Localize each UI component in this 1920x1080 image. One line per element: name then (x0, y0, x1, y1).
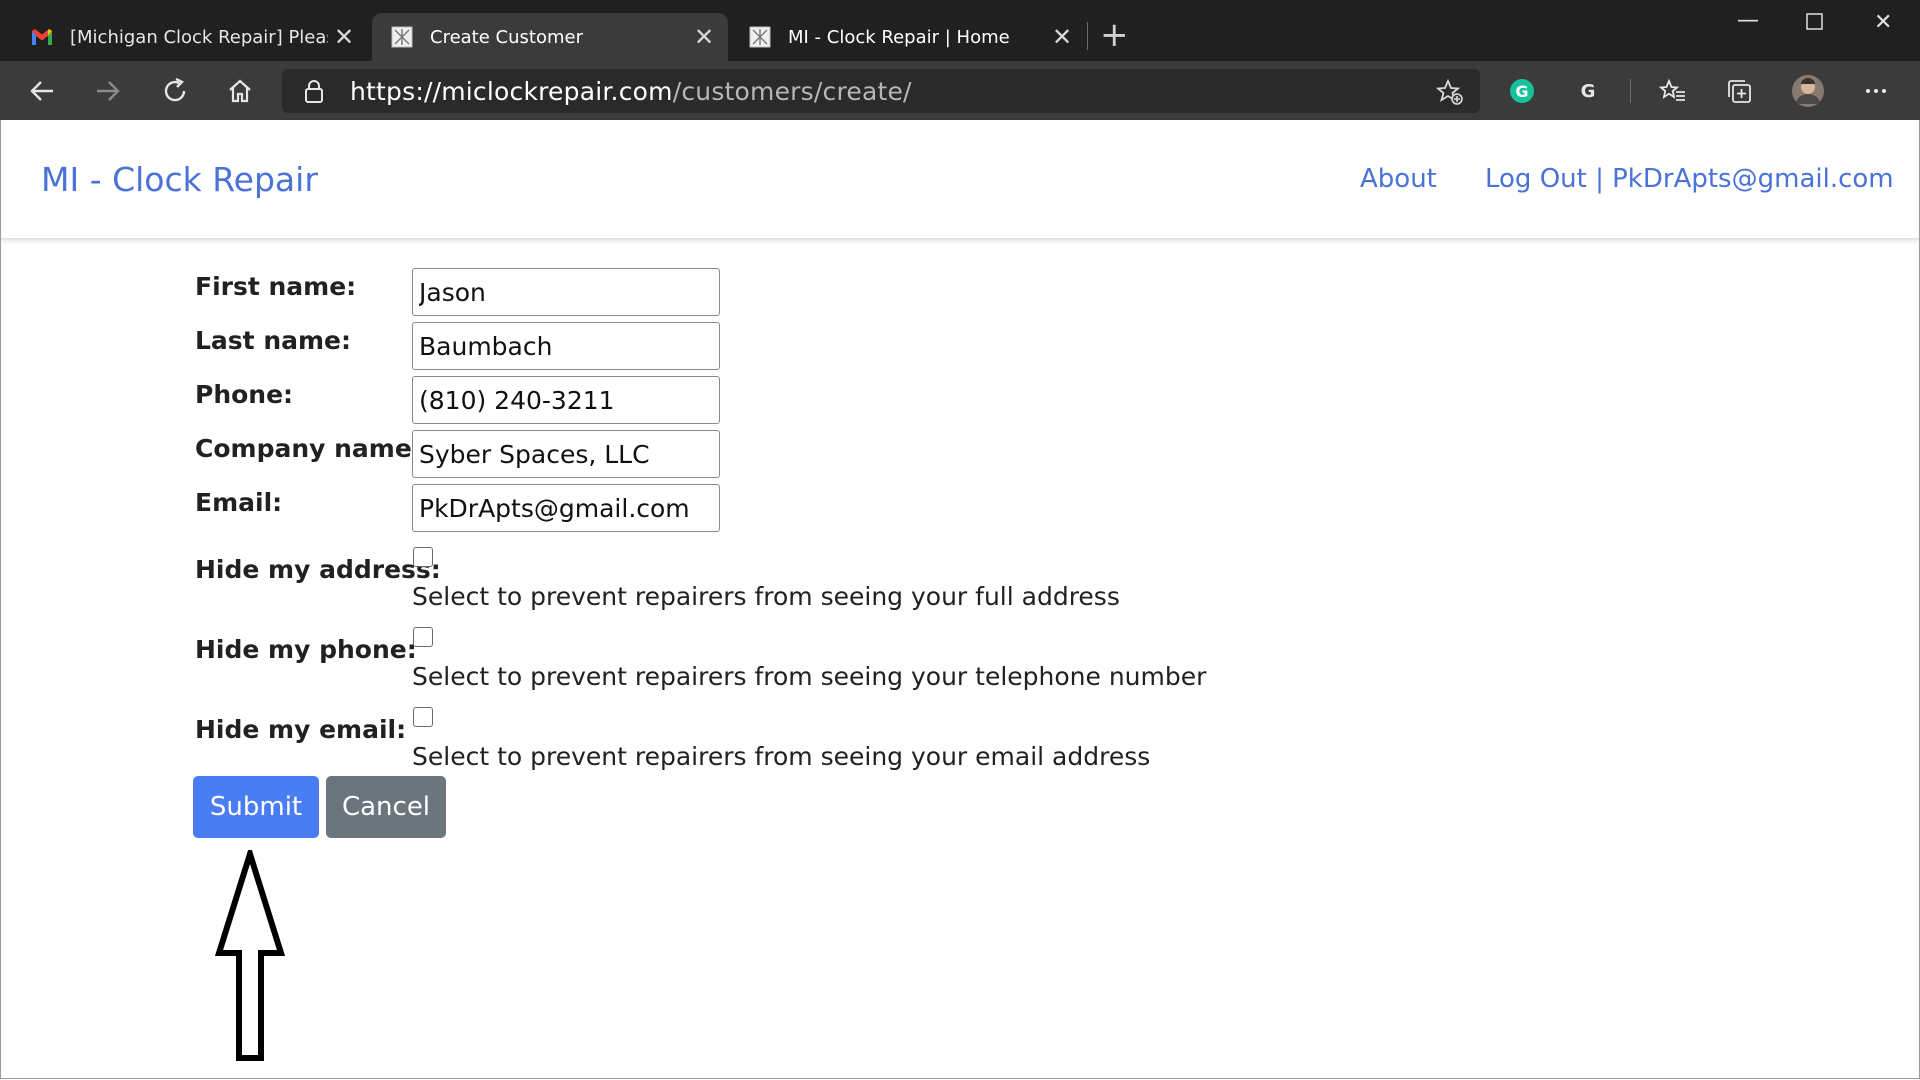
phone-label: Phone: (195, 380, 294, 409)
close-tab-icon[interactable]: ✕ (1046, 23, 1078, 51)
collections-icon[interactable] (1721, 73, 1757, 109)
company-name-label: Company name: (195, 434, 422, 463)
site-icon (390, 25, 414, 49)
back-icon[interactable] (24, 73, 60, 109)
logout-link[interactable]: Log Out | PkDrApts@gmail.com (1485, 164, 1894, 194)
email-field[interactable] (412, 484, 720, 532)
close-tab-icon[interactable]: ✕ (688, 23, 720, 51)
tab-title: Create Customer (430, 26, 583, 48)
browser-toolbar: https://miclockrepair.com/customers/crea… (0, 61, 1920, 120)
close-tab-icon[interactable]: ✕ (328, 23, 360, 51)
minimize-icon[interactable]: — (1737, 8, 1759, 33)
company-name-field[interactable] (412, 430, 720, 478)
tab-home[interactable]: MI - Clock Repair | Home ✕ (730, 13, 1086, 61)
svg-text:G: G (1515, 82, 1528, 101)
last-name-field[interactable] (412, 322, 720, 370)
hide-email-checkbox[interactable] (413, 707, 433, 727)
phone-field[interactable] (412, 376, 720, 424)
hide-address-checkbox[interactable] (413, 547, 433, 567)
first-name-field[interactable] (412, 268, 720, 316)
url-host: https://miclockrepair.com (350, 77, 673, 106)
url-text: https://miclockrepair.com/customers/crea… (350, 77, 912, 106)
tab-separator (1087, 22, 1088, 50)
toolbar-separator (1630, 79, 1631, 103)
about-link[interactable]: About (1360, 164, 1437, 194)
hide-address-help: Select to prevent repairers from seeing … (412, 582, 1120, 611)
new-tab-button[interactable]: + (1100, 18, 1129, 52)
tab-gmail[interactable]: [Michigan Clock Repair] Please C ✕ (12, 13, 368, 61)
url-path: /customers/create/ (672, 77, 912, 106)
hide-phone-help: Select to prevent repairers from seeing … (412, 662, 1207, 691)
address-bar[interactable]: https://miclockrepair.com/customers/crea… (282, 69, 1480, 113)
forward-icon[interactable] (90, 73, 126, 109)
maximize-icon[interactable] (1806, 12, 1824, 37)
tab-title: [Michigan Clock Repair] Please C (70, 26, 328, 48)
home-icon[interactable] (222, 73, 258, 109)
site-icon (748, 25, 772, 49)
hide-address-label: Hide my address: (195, 555, 441, 584)
site-navbar: MI - Clock Repair About Log Out | PkDrAp… (0, 120, 1920, 239)
tab-strip: [Michigan Clock Repair] Please C ✕ Creat… (0, 0, 1920, 61)
email-label: Email: (195, 488, 283, 517)
grammarly-icon[interactable]: G (1504, 73, 1540, 109)
site-brand-link[interactable]: MI - Clock Repair (41, 160, 318, 199)
first-name-label: First name: (195, 272, 357, 301)
tab-title: MI - Clock Repair | Home (788, 26, 1010, 48)
refresh-icon[interactable] (157, 73, 193, 109)
more-menu-icon[interactable] (1858, 73, 1894, 109)
last-name-label: Last name: (195, 326, 352, 355)
tab-create-customer[interactable]: Create Customer ✕ (372, 13, 728, 61)
hide-phone-label: Hide my phone: (195, 635, 417, 664)
profile-avatar[interactable] (1790, 73, 1826, 109)
close-window-icon[interactable]: ✕ (1874, 10, 1892, 35)
extension-g-icon[interactable]: G (1570, 73, 1606, 109)
lock-icon[interactable] (304, 79, 324, 107)
svg-text:G: G (1581, 81, 1596, 102)
hide-email-help: Select to prevent repairers from seeing … (412, 742, 1151, 771)
cancel-button[interactable]: Cancel (326, 776, 446, 838)
add-favorite-icon[interactable] (1435, 78, 1464, 110)
favorites-icon[interactable] (1655, 73, 1691, 109)
submit-button[interactable]: Submit (193, 776, 319, 838)
hide-email-label: Hide my email: (195, 715, 407, 744)
up-arrow-annotation (215, 850, 285, 1061)
hide-phone-checkbox[interactable] (413, 627, 433, 647)
gmail-icon (30, 25, 54, 49)
